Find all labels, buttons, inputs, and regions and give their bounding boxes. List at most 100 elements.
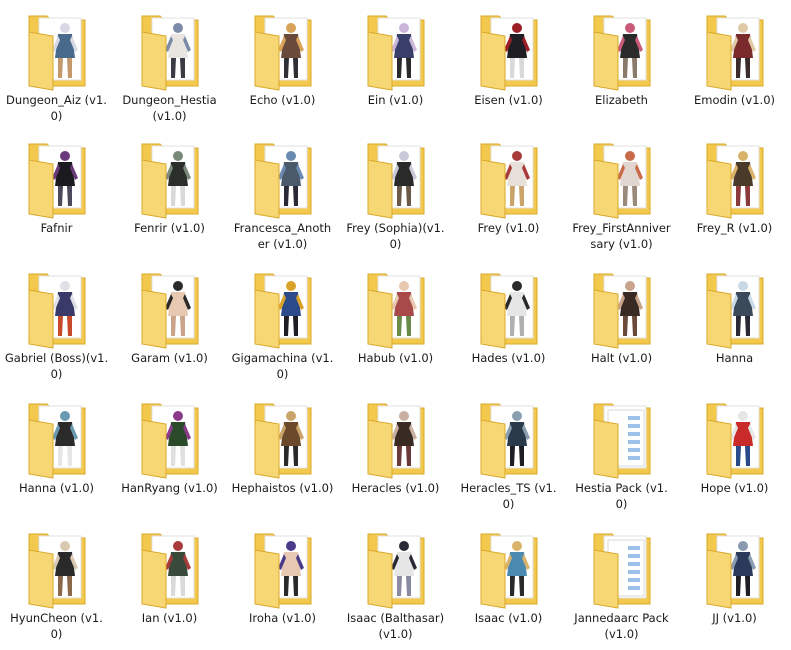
folder-item[interactable]: Isaac (v1.0) <box>452 518 565 650</box>
folder-item[interactable]: Heracles (v1.0) <box>339 388 452 518</box>
folder-icon <box>251 268 315 350</box>
folder-item[interactable]: Hades (v1.0) <box>452 258 565 388</box>
folder-item[interactable]: Hephaistos (v1.0) <box>226 388 339 518</box>
folder-item[interactable]: Elizabeth <box>565 0 678 128</box>
folder-item[interactable]: Dungeon_Hestia (v1.0) <box>113 0 226 128</box>
folder-label: Fafnir <box>40 221 73 235</box>
folder-label: Habub (v1.0) <box>357 351 434 365</box>
folder-icon <box>590 10 654 92</box>
folder-label: Heracles (v1.0) <box>351 481 440 495</box>
folder-item[interactable]: Hope (v1.0) <box>678 388 791 518</box>
folder-icon <box>364 138 428 220</box>
folder-icon <box>590 528 654 610</box>
folder-item[interactable]: Iroha (v1.0) <box>226 518 339 650</box>
folder-item[interactable]: Ian (v1.0) <box>113 518 226 650</box>
folder-icon <box>25 268 89 350</box>
folder-label: Gigamachina (v1.0) <box>231 351 334 381</box>
folder-item[interactable]: Frey (v1.0) <box>452 128 565 258</box>
folder-item[interactable]: Halt (v1.0) <box>565 258 678 388</box>
folder-label: Ein (v1.0) <box>367 93 424 107</box>
folder-icon <box>477 268 541 350</box>
folder-icon <box>251 10 315 92</box>
folder-icon <box>703 138 767 220</box>
folder-item[interactable]: Hanna <box>678 258 791 388</box>
folder-label: Hanna (v1.0) <box>18 481 95 495</box>
folder-icon <box>25 398 89 480</box>
folder-item[interactable]: Francesca_Another (v1.0) <box>226 128 339 258</box>
folder-label: Jannedaarc Pack (v1.0) <box>574 611 669 641</box>
folder-item[interactable]: Hanna (v1.0) <box>0 388 113 518</box>
folder-item[interactable]: Heracles_TS (v1.0) <box>452 388 565 518</box>
folder-item[interactable]: Dungeon_Aiz (v1.0) <box>0 0 113 128</box>
folder-item[interactable]: Frey (Sophia)(v1.0) <box>339 128 452 258</box>
folder-icon <box>251 398 315 480</box>
folder-item[interactable]: Jannedaarc Pack (v1.0) <box>565 518 678 650</box>
folder-label: Hanna <box>715 351 754 365</box>
folder-icon <box>138 528 202 610</box>
folder-item[interactable]: Garam (v1.0) <box>113 258 226 388</box>
folder-label: Fenrir (v1.0) <box>134 221 205 235</box>
folder-item[interactable]: Eisen (v1.0) <box>452 0 565 128</box>
folder-item[interactable]: Emodin (v1.0) <box>678 0 791 128</box>
folder-item[interactable]: Isaac (Balthasar)(v1.0) <box>339 518 452 650</box>
folder-item[interactable]: Habub (v1.0) <box>339 258 452 388</box>
folder-item[interactable]: Echo (v1.0) <box>226 0 339 128</box>
folder-label: Eisen (v1.0) <box>474 93 543 107</box>
folder-icon <box>138 398 202 480</box>
folder-icon <box>477 138 541 220</box>
folder-icon <box>251 528 315 610</box>
folder-icon <box>251 138 315 220</box>
folder-label: Dungeon_Aiz (v1.0) <box>6 93 107 123</box>
folder-icon <box>703 398 767 480</box>
folder-label: Emodin (v1.0) <box>693 93 775 107</box>
folder-icon <box>590 268 654 350</box>
folder-label: Dungeon_Hestia (v1.0) <box>122 93 217 123</box>
folder-icon <box>364 528 428 610</box>
folder-icon <box>25 10 89 92</box>
folder-label: Gabriel (Boss)(v1.0) <box>4 351 109 381</box>
folder-label: Echo (v1.0) <box>249 93 316 107</box>
folder-label: Frey_FirstAnniversary (v1.0) <box>572 221 671 251</box>
folder-item[interactable]: HyunCheon (v1.0) <box>0 518 113 650</box>
folder-item[interactable]: Fafnir <box>0 128 113 258</box>
folder-item[interactable]: JJ (v1.0) <box>678 518 791 650</box>
folder-label: HyunCheon (v1.0) <box>10 611 103 641</box>
folder-label: Hephaistos (v1.0) <box>231 481 334 495</box>
folder-label: Halt (v1.0) <box>590 351 653 365</box>
folder-label: HanRyang (v1.0) <box>121 481 218 495</box>
folder-label: Hestia Pack (v1.0) <box>575 481 668 511</box>
folder-item[interactable]: Frey_R (v1.0) <box>678 128 791 258</box>
folder-label: Hope (v1.0) <box>700 481 769 495</box>
folder-label: Iroha (v1.0) <box>249 611 316 625</box>
folder-icon <box>138 10 202 92</box>
folder-label: Heracles_TS (v1.0) <box>460 481 557 511</box>
folder-label: Garam (v1.0) <box>131 351 208 365</box>
folder-label: Isaac (Balthasar)(v1.0) <box>346 611 445 641</box>
folder-label: Hades (v1.0) <box>471 351 546 365</box>
folder-icon <box>477 398 541 480</box>
folder-icon <box>703 10 767 92</box>
folder-grid: Dungeon_Aiz (v1.0) Dungeon_Hestia (v1.0) E… <box>0 0 791 650</box>
folder-label: Ian (v1.0) <box>141 611 198 625</box>
folder-icon <box>25 138 89 220</box>
folder-label: Frey (v1.0) <box>477 221 540 235</box>
folder-icon <box>703 528 767 610</box>
folder-icon <box>25 528 89 610</box>
folder-icon <box>477 528 541 610</box>
folder-label: Francesca_Another (v1.0) <box>233 221 332 251</box>
folder-icon <box>364 10 428 92</box>
folder-icon <box>364 268 428 350</box>
folder-label: Elizabeth <box>595 93 648 107</box>
folder-item[interactable]: Ein (v1.0) <box>339 0 452 128</box>
folder-item[interactable]: Fenrir (v1.0) <box>113 128 226 258</box>
folder-label: Isaac (v1.0) <box>474 611 543 625</box>
folder-label: Frey_R (v1.0) <box>696 221 773 235</box>
folder-icon <box>590 138 654 220</box>
folder-icon <box>590 398 654 480</box>
folder-icon <box>364 398 428 480</box>
folder-item[interactable]: Gigamachina (v1.0) <box>226 258 339 388</box>
folder-item[interactable]: Gabriel (Boss)(v1.0) <box>0 258 113 388</box>
folder-item[interactable]: HanRyang (v1.0) <box>113 388 226 518</box>
folder-item[interactable]: Frey_FirstAnniversary (v1.0) <box>565 128 678 258</box>
folder-item[interactable]: Hestia Pack (v1.0) <box>565 388 678 518</box>
